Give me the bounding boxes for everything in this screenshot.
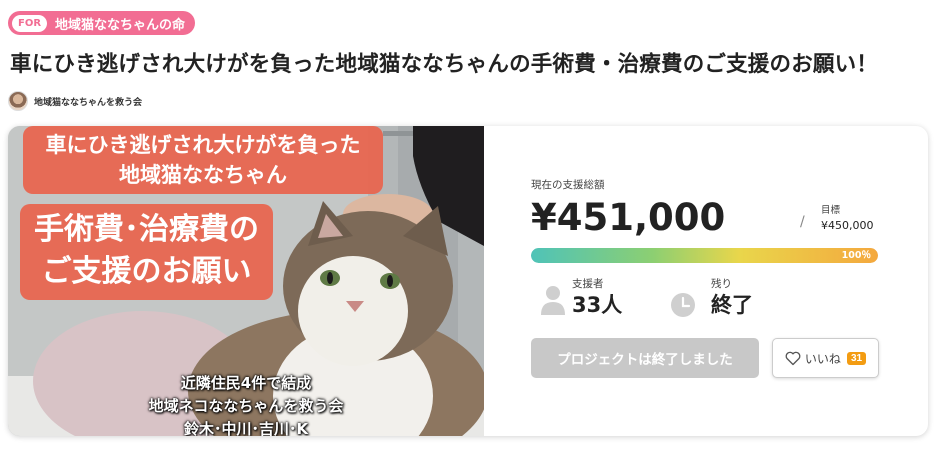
target-amount: ¥450,000 bbox=[821, 219, 874, 232]
remaining-value: 終了 bbox=[711, 293, 753, 317]
hero-banner-line: ご支援のお願い bbox=[41, 254, 252, 289]
hero-banner-line: 車にひき逃げされ大けがを負った bbox=[45, 133, 361, 157]
target-label: 目標 bbox=[821, 205, 841, 216]
category-tag[interactable]: FOR 地域猫ななちゃんの命 bbox=[8, 11, 196, 35]
like-button[interactable]: いいね 31 bbox=[772, 338, 879, 378]
funding-panel: 現在の支援総額 ¥451,000 / 目標 ¥450,000 100％ 支援者 … bbox=[484, 126, 928, 436]
project-card: 車にひき逃げされ大けがを負った 地域猫ななちゃん 手術費･治療費の ご支援のお願… bbox=[8, 126, 928, 436]
tag-label: 地域猫ななちゃんの命 bbox=[55, 17, 186, 33]
avatar bbox=[8, 91, 28, 111]
hero-banner-line: 地域猫ななちゃん bbox=[119, 163, 287, 187]
progress-percent: 100％ bbox=[841, 250, 871, 261]
hero-caption-line: 地域ネコななちゃんを救う会 bbox=[148, 397, 344, 415]
progress-bar: 100％ bbox=[531, 248, 878, 263]
current-amount-label: 現在の支援総額 bbox=[531, 179, 605, 191]
hero-banner-main: 手術費･治療費の ご支援のお願い bbox=[20, 204, 273, 300]
remaining-label: 残り bbox=[711, 278, 732, 290]
current-amount: ¥451,000 bbox=[531, 196, 726, 239]
like-label: いいね bbox=[804, 351, 841, 366]
supporters-label: 支援者 bbox=[572, 278, 604, 290]
supporters-count: 33人 bbox=[572, 293, 623, 317]
owner-link[interactable]: 地域猫ななちゃんを救う会 bbox=[8, 91, 142, 111]
heart-icon bbox=[785, 351, 801, 365]
project-ended-button[interactable]: プロジェクトは終了しました bbox=[531, 338, 759, 378]
like-count: 31 bbox=[846, 351, 867, 365]
tag-prefix: FOR bbox=[12, 14, 48, 32]
person-icon bbox=[541, 286, 565, 315]
hero-banner-line: 手術費･治療費の bbox=[34, 212, 259, 247]
owner-name: 地域猫ななちゃんを救う会 bbox=[34, 97, 143, 108]
project-title: 車にひき逃げされ大けがを負った地域猫ななちゃんの手術費・治療費のご支援のお願い！ bbox=[10, 52, 879, 77]
hero-image: 車にひき逃げされ大けがを負った 地域猫ななちゃん 手術費･治療費の ご支援のお願… bbox=[8, 126, 484, 436]
hero-caption-line: 鈴木･中川･吉川･K bbox=[183, 420, 309, 436]
hero-caption: 近隣住民4件で結成 地域ネコななちゃんを救う会 鈴木･中川･吉川･K bbox=[8, 372, 484, 436]
hero-caption-line: 近隣住民4件で結成 bbox=[180, 374, 312, 392]
clock-icon bbox=[671, 293, 695, 317]
hero-banner-top: 車にひき逃げされ大けがを負った 地域猫ななちゃん bbox=[23, 126, 383, 194]
amount-separator: / bbox=[800, 214, 805, 230]
progress-bar-fill: 100％ bbox=[531, 248, 878, 263]
